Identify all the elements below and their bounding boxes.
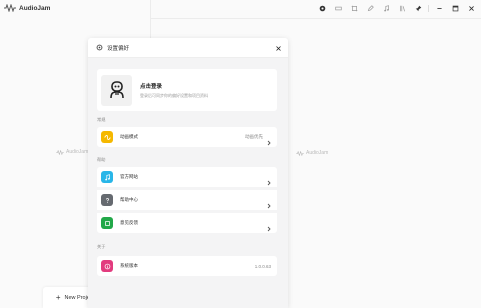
audiojam-logo-icon — [56, 149, 64, 155]
ghost-logo-right-text: AudioJam — [306, 150, 329, 156]
audiojam-logo-icon — [4, 4, 16, 12]
music-note-icon[interactable] — [380, 2, 392, 14]
settings-row-label: 动画模式 — [120, 134, 138, 139]
audiojam-logo-icon — [296, 150, 304, 156]
settings-row-version: 系统版本 1.0.0.63 — [97, 256, 277, 276]
chevron-right-icon — [267, 219, 273, 232]
info-icon — [101, 260, 113, 272]
maximize-icon[interactable] — [449, 2, 461, 14]
settings-row-website[interactable]: 官方网站 — [97, 167, 277, 187]
chevron-right-icon — [267, 196, 273, 209]
question-icon — [101, 194, 113, 206]
toolbar-divider — [428, 4, 429, 12]
settings-row-help-center[interactable]: 帮助中心 — [97, 190, 277, 210]
close-icon[interactable] — [465, 2, 477, 14]
section-label-about: 关于 — [97, 244, 106, 249]
settings-row-animation[interactable]: 动画模式 动画优先 — [97, 127, 277, 147]
settings-row-label: 官方网站 — [120, 174, 138, 179]
section-label-general: 常规 — [97, 117, 106, 122]
app-brand: AudioJam — [4, 4, 50, 12]
settings-row-value: 1.0.0.63 — [254, 263, 271, 269]
layout-icon[interactable] — [332, 2, 344, 14]
title-bar: AudioJam — [0, 0, 481, 16]
settings-row-feedback[interactable]: 意见反馈 — [97, 213, 277, 233]
minimize-icon[interactable] — [433, 2, 445, 14]
robot-avatar-icon — [109, 81, 124, 99]
login-card[interactable]: 点击登录 登录后可同步你的偏好设置和项目资料 — [97, 69, 277, 111]
gear-icon — [96, 44, 103, 51]
plus-icon: + — [55, 292, 61, 302]
modal-header: 设置偏好 — [88, 38, 288, 58]
modal-close-button[interactable] — [274, 44, 282, 52]
login-title: 点击登录 — [140, 83, 163, 90]
avatar — [101, 74, 132, 106]
pencil-icon[interactable] — [364, 2, 376, 14]
section-label-help: 帮助 — [97, 157, 106, 162]
settings-row-value: 动画优先 — [245, 134, 263, 139]
chevron-right-icon — [267, 133, 273, 146]
app-title: AudioJam — [19, 4, 51, 12]
header-divider — [150, 18, 481, 19]
close-icon — [275, 45, 281, 51]
crop-icon[interactable] — [348, 2, 360, 14]
settings-row-label: 意见反馈 — [120, 220, 138, 225]
library-icon[interactable] — [396, 2, 408, 14]
settings-row-label: 帮助中心 — [120, 197, 138, 202]
settings-row-label: 系统版本 — [120, 263, 138, 268]
login-subtitle: 登录后可同步你的偏好设置和项目资料 — [140, 92, 208, 98]
title-bar-toolbar — [312, 0, 477, 16]
ghost-logo-right: AudioJam — [296, 150, 328, 156]
settings-modal: 设置偏好 点击登录 登录后可同步你的偏好设置和项目资料 常规 动画模式 动画优先 — [88, 38, 288, 308]
modal-title: 设置偏好 — [107, 45, 130, 52]
ghost-logo-left: AudioJam — [56, 149, 88, 155]
chevron-right-icon — [267, 173, 273, 186]
website-icon — [101, 171, 113, 183]
settings-gear-icon[interactable] — [316, 2, 328, 14]
animation-icon — [101, 131, 113, 143]
pin-icon[interactable] — [412, 2, 424, 14]
ghost-logo-left-text: AudioJam — [66, 149, 89, 155]
login-text: 点击登录 登录后可同步你的偏好设置和项目资料 — [140, 82, 208, 99]
feedback-icon — [101, 217, 113, 229]
